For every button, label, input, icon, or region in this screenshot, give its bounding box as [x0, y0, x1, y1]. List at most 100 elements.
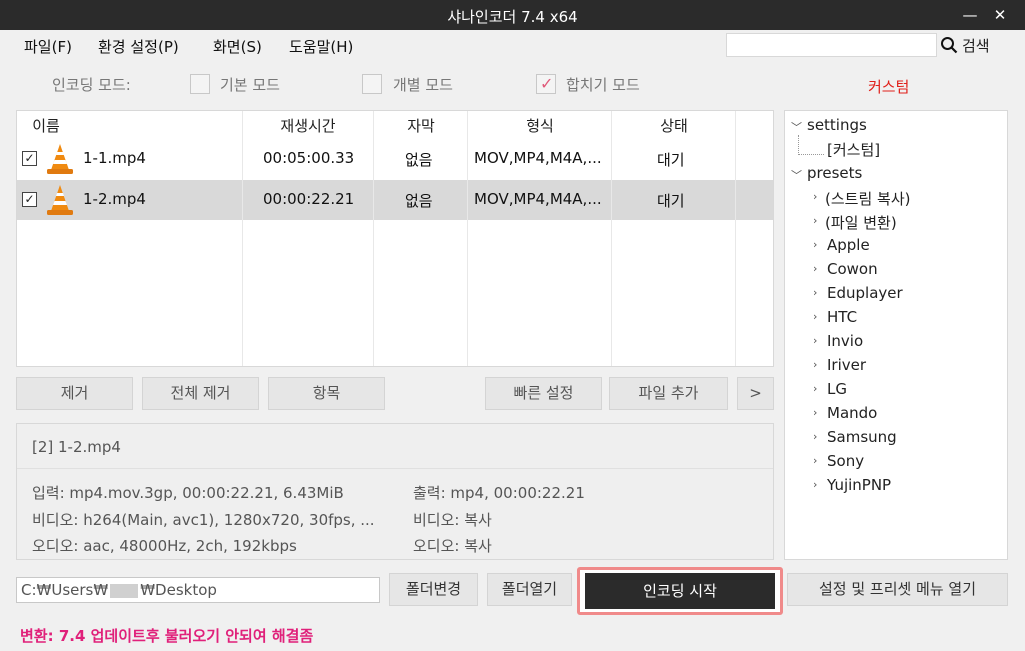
tree-node-invio[interactable]: Invio — [827, 332, 863, 350]
remove-button[interactable]: 제거 — [16, 377, 133, 410]
vlc-cone-icon — [47, 144, 73, 174]
start-encoding-button[interactable]: 인코딩 시작 — [585, 573, 775, 609]
search-icon — [941, 37, 958, 54]
tree-node-custom[interactable]: [커스텀] — [827, 139, 880, 160]
collapse-arrow-icon[interactable]: › — [813, 238, 817, 251]
search-input[interactable] — [726, 33, 937, 57]
collapse-arrow-icon[interactable]: › — [813, 382, 817, 395]
tree-line — [798, 154, 824, 155]
row-status: 대기 — [657, 192, 685, 210]
column-divider — [611, 111, 612, 366]
menu-file[interactable]: 파일(F) — [24, 36, 72, 57]
collapse-arrow-icon[interactable]: › — [813, 190, 817, 203]
collapse-arrow-icon[interactable]: › — [813, 214, 817, 227]
output-path-field[interactable]: C:₩Users₩ ₩Desktop — [16, 577, 380, 603]
search-button[interactable]: 검색 — [940, 34, 990, 56]
close-button[interactable]: ✕ — [985, 0, 1015, 30]
tree-node-settings[interactable]: settings — [807, 116, 867, 134]
basic-mode-label[interactable]: 기본 모드 — [220, 74, 280, 95]
individual-mode-checkbox[interactable] — [362, 74, 382, 94]
collapse-arrow-icon[interactable]: › — [813, 334, 817, 347]
row-checkbox[interactable]: ✓ — [22, 151, 37, 166]
basic-mode-checkbox[interactable] — [190, 74, 210, 94]
column-header-subtitle[interactable]: 자막 — [375, 111, 467, 141]
custom-preset-label: 커스텀 — [868, 78, 910, 96]
tree-node-lg[interactable]: LG — [827, 380, 847, 398]
collapse-arrow-icon[interactable]: › — [813, 310, 817, 323]
row-filename: 1-1.mp4 — [83, 149, 146, 167]
row-duration: 00:05:00.33 — [263, 149, 355, 167]
file-info-panel: [2] 1-2.mp4 입력: mp4.mov.3gp, 00:00:22.21… — [16, 423, 774, 560]
tree-node-mando[interactable]: Mando — [827, 404, 877, 422]
column-divider — [467, 111, 468, 366]
remove-all-button[interactable]: 전체 제거 — [142, 377, 259, 410]
row-filename: 1-2.mp4 — [83, 190, 146, 208]
menu-help[interactable]: 도움말(H) — [289, 36, 353, 57]
merge-mode-checkbox[interactable] — [536, 74, 556, 94]
collapse-arrow-icon[interactable]: › — [813, 430, 817, 443]
column-divider — [242, 111, 243, 366]
tree-node-stream-copy[interactable]: (스트림 복사) — [825, 188, 910, 209]
tree-node-yujinpnp[interactable]: YujinPNP — [827, 476, 891, 494]
collapse-arrow-icon[interactable]: › — [813, 262, 817, 275]
collapse-arrow-icon[interactable]: › — [813, 454, 817, 467]
expand-arrow-icon[interactable]: ﹀ — [791, 167, 802, 183]
column-header-status[interactable]: 상태 — [613, 111, 735, 141]
collapse-arrow-icon[interactable]: › — [813, 286, 817, 299]
encoding-mode-bar: 인코딩 모드: 기본 모드 개별 모드 합치기 모드 커스텀 — [0, 66, 1025, 104]
tree-node-htc[interactable]: HTC — [827, 308, 857, 326]
change-folder-button[interactable]: 폴더변경 — [389, 573, 478, 606]
row-subtitle: 없음 — [405, 151, 433, 169]
column-divider — [735, 111, 736, 366]
merge-mode-label[interactable]: 합치기 모드 — [566, 74, 640, 95]
open-settings-menu-button[interactable]: 설정 및 프리셋 메뉴 열기 — [787, 573, 1008, 606]
status-text: 변환: 7.4 업데이트후 불러오기 안되여 해결좀 — [20, 627, 314, 645]
vlc-cone-icon — [47, 185, 73, 215]
table-row[interactable]: ✓ 1-1.mp4 00:05:00.33 없음 MOV,MP4,M4A,...… — [17, 139, 773, 179]
tree-node-cowon[interactable]: Cowon — [827, 260, 878, 278]
row-format: MOV,MP4,M4A,... — [474, 190, 602, 208]
row-duration: 00:00:22.21 — [263, 190, 355, 208]
menu-settings[interactable]: 환경 설정(P) — [98, 36, 179, 57]
row-status: 대기 — [657, 151, 685, 169]
open-folder-button[interactable]: 폴더열기 — [487, 573, 572, 606]
table-row[interactable]: ✓ 1-2.mp4 00:00:22.21 없음 MOV,MP4,M4A,...… — [17, 180, 773, 220]
column-header-duration[interactable]: 재생시간 — [243, 111, 373, 141]
expand-arrow-icon[interactable]: ﹀ — [791, 119, 802, 135]
column-header-name[interactable]: 이름 — [17, 111, 75, 141]
redacted-username — [110, 583, 139, 598]
preset-tree[interactable]: ﹀ settings [커스텀] ﹀ presets › (스트림 복사) › … — [784, 110, 1008, 560]
tree-node-presets[interactable]: presets — [807, 164, 862, 182]
column-divider — [373, 111, 374, 366]
tree-node-iriver[interactable]: Iriver — [827, 356, 866, 374]
collapse-arrow-icon[interactable]: › — [813, 406, 817, 419]
tree-node-sony[interactable]: Sony — [827, 452, 864, 470]
collapse-arrow-icon[interactable]: › — [813, 358, 817, 371]
tree-node-eduplayer[interactable]: Eduplayer — [827, 284, 903, 302]
path-suffix: ₩Desktop — [140, 581, 217, 599]
info-input-video: 비디오: h264(Main, avc1), 1280x720, 30fps, … — [32, 511, 375, 529]
file-list[interactable]: 이름 재생시간 자막 형식 상태 ✓ 1-1.mp4 00:05:00.33 없… — [16, 110, 774, 367]
tree-node-file-convert[interactable]: (파일 변환) — [825, 212, 897, 233]
tree-node-samsung[interactable]: Samsung — [827, 428, 897, 446]
collapse-arrow-icon[interactable]: › — [813, 478, 817, 491]
search-label: 검색 — [962, 36, 990, 55]
quick-settings-button[interactable]: 빠른 설정 — [485, 377, 602, 410]
info-input-audio: 오디오: aac, 48000Hz, 2ch, 192kbps — [32, 537, 297, 555]
items-button[interactable]: 항목 — [268, 377, 385, 410]
individual-mode-label[interactable]: 개별 모드 — [393, 74, 453, 95]
start-encoding-highlight: 인코딩 시작 — [577, 567, 783, 615]
tree-node-apple[interactable]: Apple — [827, 236, 870, 254]
row-checkbox[interactable]: ✓ — [22, 192, 37, 207]
info-output-audio: 오디오: 복사 — [413, 537, 492, 555]
info-divider — [17, 468, 773, 469]
status-bar: 변환: 7.4 업데이트후 불러오기 안되여 해결좀 — [0, 618, 1025, 651]
info-input: 입력: mp4.mov.3gp, 00:00:22.21, 6.43MiB — [32, 484, 344, 502]
minimize-button[interactable]: — — [955, 0, 985, 30]
more-button[interactable]: > — [737, 377, 774, 410]
menu-view[interactable]: 화면(S) — [213, 36, 262, 57]
tree-line — [798, 135, 799, 155]
column-header-format[interactable]: 형식 — [469, 111, 611, 141]
add-file-button[interactable]: 파일 추가 — [609, 377, 728, 410]
row-format: MOV,MP4,M4A,... — [474, 149, 602, 167]
